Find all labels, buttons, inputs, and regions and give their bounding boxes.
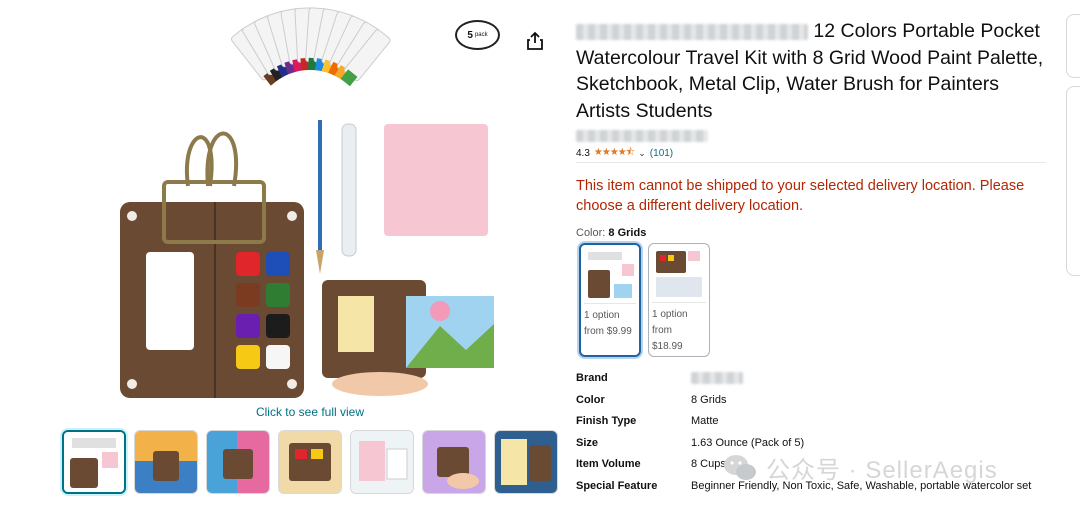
share-icon bbox=[527, 31, 543, 50]
buy-box-edge bbox=[1066, 14, 1080, 78]
spec-row: Finish Type Matte bbox=[576, 414, 1041, 436]
thumbnail-7[interactable] bbox=[494, 430, 558, 494]
spec-row: Color 8 Grids bbox=[576, 393, 1041, 415]
spec-key: Brand bbox=[576, 372, 608, 384]
swatch-image bbox=[652, 247, 706, 303]
redacted-store-name bbox=[576, 129, 708, 142]
thumbnail-1[interactable] bbox=[62, 430, 126, 494]
spec-value-redacted bbox=[691, 371, 1041, 393]
star-icon[interactable]: ★★★★⯪ bbox=[594, 145, 635, 162]
color-label-prefix: Color: bbox=[576, 227, 606, 239]
wechat-icon bbox=[724, 454, 756, 480]
option-price: from $9.99 bbox=[584, 326, 632, 337]
main-product-image[interactable] bbox=[110, 6, 510, 402]
color-selector-label: Color: 8 Grids bbox=[576, 227, 646, 239]
paint-tubes bbox=[230, 7, 391, 87]
thumbnail-2[interactable] bbox=[134, 430, 198, 494]
thumbnail-strip bbox=[62, 430, 558, 494]
swatch-image bbox=[584, 248, 636, 304]
spec-key: Special Feature bbox=[576, 479, 658, 492]
see-full-view-link[interactable]: Click to see full view bbox=[0, 405, 620, 419]
color-option-8-grids[interactable]: 1 option from $9.99 bbox=[579, 243, 641, 357]
color-swatches: 1 option from $9.99 1 option from $18.99 bbox=[579, 243, 710, 357]
spec-key: Item Volume bbox=[576, 458, 641, 470]
option-price: $18.99 bbox=[652, 341, 683, 352]
rating-value: 4.3 bbox=[576, 148, 590, 159]
sketchbook bbox=[384, 124, 488, 236]
spec-value: 8 Grids bbox=[691, 393, 727, 406]
spec-key: Size bbox=[576, 436, 599, 449]
product-title-part-1: 12 Colors Portable Pocket bbox=[813, 20, 1040, 42]
delivery-warning: This item cannot be shipped to your sele… bbox=[576, 178, 1025, 214]
option-count: 1 option bbox=[584, 310, 620, 321]
product-title: 12 Colors Portable Pocket Watercolour Tr… bbox=[576, 18, 1052, 124]
pack-count-word: pack bbox=[474, 32, 488, 38]
thumbnail-4[interactable] bbox=[278, 430, 342, 494]
share-button[interactable] bbox=[524, 30, 546, 52]
redacted-brand-name bbox=[576, 23, 808, 40]
divider bbox=[576, 162, 1046, 163]
option-price-prefix: from bbox=[652, 325, 672, 336]
rating-count-link[interactable]: (101) bbox=[650, 148, 673, 159]
mini-kit-in-hand bbox=[322, 280, 494, 396]
watermark: 公众号 · SellerAegis bbox=[722, 450, 998, 485]
store-link[interactable] bbox=[576, 127, 708, 145]
option-count: 1 option bbox=[652, 309, 688, 320]
color-option-2[interactable]: 1 option from $18.99 bbox=[648, 243, 710, 357]
thumbnail-5[interactable] bbox=[350, 430, 414, 494]
rating-row: 4.3 ★★★★⯪ ⌄ (101) bbox=[576, 145, 673, 162]
spec-value: Matte bbox=[691, 415, 719, 427]
spec-row: Brand bbox=[576, 371, 1041, 393]
water-brush bbox=[316, 120, 357, 274]
side-panel-edge bbox=[1066, 86, 1080, 276]
wood-palette bbox=[120, 131, 304, 398]
product-title-part-2: Watercolour Travel Kit with 8 Grid Wood … bbox=[576, 46, 1044, 122]
thumbnail-3[interactable] bbox=[206, 430, 270, 494]
pack-count-number: 5 bbox=[467, 29, 473, 41]
watermark-text: 公众号 · SellerAegis bbox=[766, 457, 998, 484]
spec-key: Finish Type bbox=[576, 415, 637, 427]
pack-count-badge: 5 pack bbox=[455, 20, 500, 50]
chevron-down-icon[interactable]: ⌄ bbox=[638, 148, 646, 159]
thumbnail-6[interactable] bbox=[422, 430, 486, 494]
spec-key: Color bbox=[576, 393, 605, 406]
color-selected-value: 8 Grids bbox=[608, 227, 647, 239]
